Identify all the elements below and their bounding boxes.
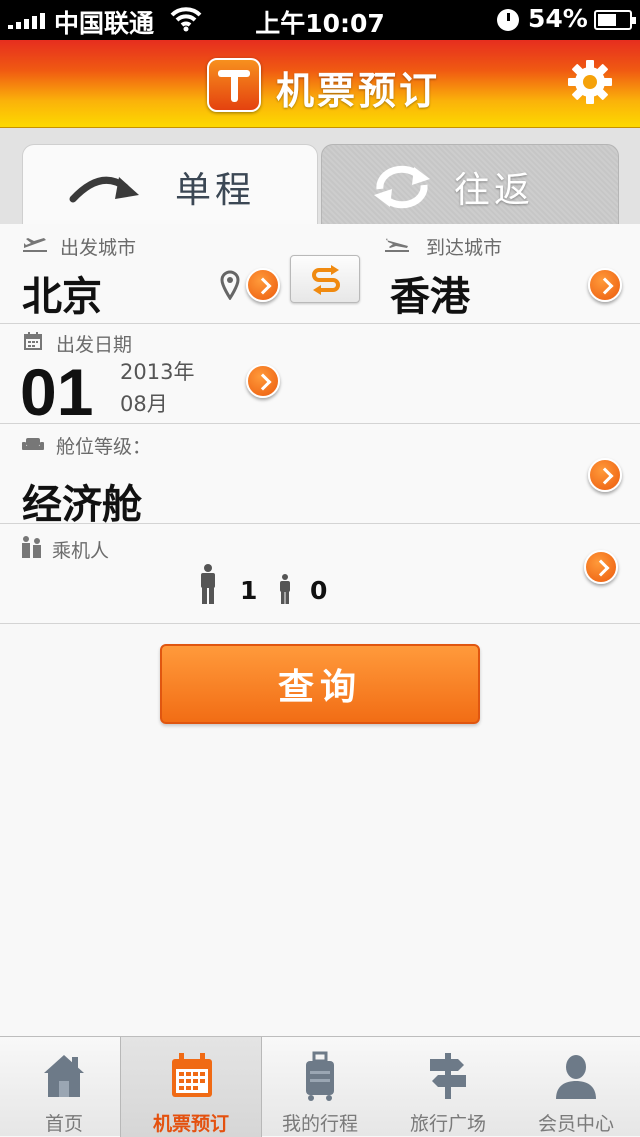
battery-percentage: 54%	[528, 4, 588, 33]
signpost-icon	[430, 1053, 466, 1099]
tabbar-member-center-label: 会员中心	[537, 1113, 614, 1135]
departure-chevron-icon[interactable]	[246, 268, 280, 302]
home-icon	[44, 1055, 84, 1097]
cabin-class-value: 经济舱	[22, 482, 142, 528]
cabin-class-row[interactable]: 舱位等级： 经济舱	[0, 424, 640, 528]
tabbar-home[interactable]: 首页	[0, 1037, 128, 1137]
swap-cities-button[interactable]	[290, 255, 360, 303]
app-logo-icon	[207, 58, 261, 112]
passengers-chevron-icon[interactable]	[584, 550, 618, 584]
tabbar-travel-square-label: 旅行广场	[409, 1113, 486, 1135]
arrival-city-value: 香港	[390, 274, 470, 320]
tabbar-home-label: 首页	[44, 1113, 83, 1135]
tabbar-my-itinerary[interactable]: 我的行程	[256, 1037, 384, 1137]
one-way-arrow-icon	[69, 176, 139, 203]
battery-icon	[594, 10, 636, 30]
takeoff-plane-icon	[23, 238, 47, 252]
arrival-chevron-icon[interactable]	[588, 268, 622, 302]
tab-round-trip[interactable]: 往返	[321, 144, 619, 224]
status-bar: 中国联通 上午10:07 54%	[0, 0, 640, 40]
departure-month: 08月	[120, 392, 168, 416]
city-row: 出发城市 北京 到达城市 香港	[0, 224, 640, 324]
trip-type-tabs: 单程 往返	[0, 128, 640, 224]
departure-day: 01	[20, 355, 94, 429]
date-row[interactable]: 出发日期 01 2013年 08月	[0, 324, 640, 429]
tabbar-flight-booking-label: 机票预订	[152, 1113, 229, 1135]
tab-one-way[interactable]: 单程	[22, 144, 318, 224]
swap-arrows-icon	[312, 265, 340, 295]
departure-date-label: 出发日期	[56, 334, 133, 356]
calendar-icon	[24, 332, 42, 350]
adult-count: 1	[240, 576, 258, 605]
departure-city-label: 出发城市	[60, 237, 137, 259]
app-header: 机票预订	[0, 40, 640, 128]
tab-one-way-label: 单程	[175, 170, 256, 211]
cabin-chevron-icon[interactable]	[588, 458, 622, 492]
passengers-row[interactable]: 乘机人 1 0	[0, 524, 640, 624]
tabbar-my-itinerary-label: 我的行程	[281, 1113, 358, 1135]
alarm-clock-icon	[497, 9, 519, 31]
cabin-class-label: 舱位等级：	[56, 436, 152, 458]
luggage-icon	[306, 1051, 334, 1101]
user-icon	[556, 1055, 596, 1099]
child-icon	[280, 574, 290, 604]
tabbar-member-center[interactable]: 会员中心	[512, 1037, 640, 1137]
landing-plane-icon	[385, 238, 409, 252]
departure-year: 2013年	[120, 360, 195, 384]
tabbar-travel-square[interactable]: 旅行广场	[384, 1037, 512, 1137]
child-count: 0	[310, 576, 328, 605]
departure-city-value: 北京	[22, 274, 102, 320]
bottom-tab-bar: 首页 机票预订 我的行程 旅行广场 会员中心	[0, 1036, 640, 1137]
date-chevron-icon[interactable]	[246, 364, 280, 398]
adult-icon	[201, 564, 215, 604]
round-trip-arrows-icon	[374, 165, 430, 209]
passengers-label: 乘机人	[52, 540, 110, 562]
search-button[interactable]: 查询	[160, 644, 480, 724]
tabbar-flight-booking[interactable]: 机票预订	[120, 1037, 262, 1137]
page-title: 机票预订	[276, 69, 441, 113]
settings-gear-icon[interactable]	[566, 58, 614, 106]
calendar-icon	[172, 1053, 212, 1097]
passengers-icon	[22, 536, 41, 558]
arrival-city-label: 到达城市	[426, 237, 503, 259]
tab-round-trip-label: 往返	[454, 170, 535, 211]
seat-icon	[22, 438, 44, 450]
location-pin-icon[interactable]	[220, 270, 240, 300]
